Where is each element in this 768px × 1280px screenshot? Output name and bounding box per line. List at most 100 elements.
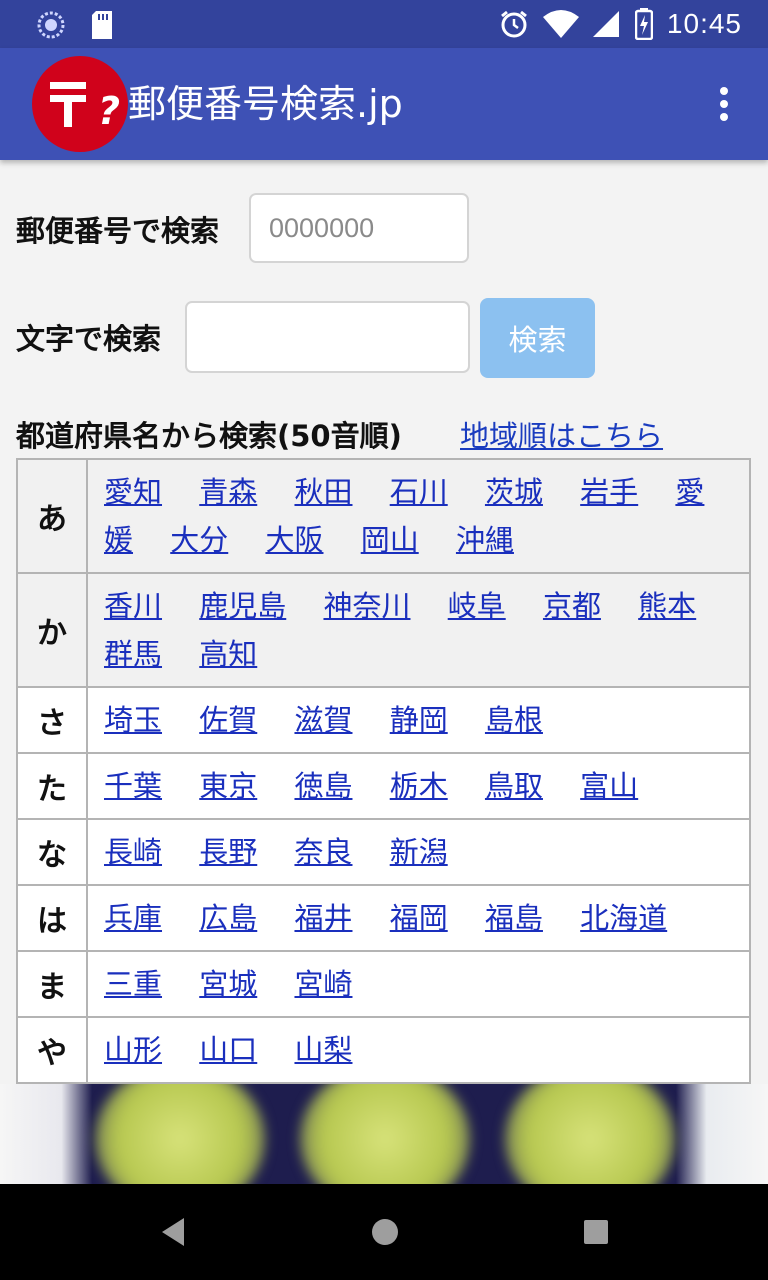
kana-label: た — [16, 752, 88, 820]
prefecture-link[interactable]: 福井 — [294, 901, 352, 935]
prefecture-link[interactable]: 埼玉 — [104, 703, 162, 737]
prefecture-link[interactable]: 福岡 — [390, 901, 448, 935]
prefecture-link[interactable]: 青森 — [199, 475, 257, 509]
prefecture-link[interactable]: 三重 — [104, 967, 162, 1001]
cell-signal-icon — [592, 11, 619, 37]
prefecture-table: あ愛知 青森 秋田 石川 茨城 岩手 愛媛 大分 大阪 岡山 沖縄 か香川 鹿児… — [16, 458, 751, 1084]
prefecture-link[interactable]: 山梨 — [294, 1033, 352, 1067]
sync-icon — [37, 11, 65, 39]
prefecture-list: 兵庫 広島 福井 福岡 福島 北海道 — [86, 884, 751, 952]
prefecture-link[interactable]: 大分 — [170, 523, 228, 557]
prefecture-link[interactable]: 石川 — [390, 475, 448, 509]
prefecture-link[interactable]: 京都 — [543, 589, 601, 623]
text-search-input[interactable] — [185, 301, 470, 373]
alarm-icon — [500, 10, 527, 38]
prefecture-link[interactable]: 群馬 — [104, 637, 162, 671]
wifi-icon — [542, 10, 579, 38]
prefecture-link[interactable]: 岡山 — [361, 523, 419, 557]
prefecture-link[interactable]: 長野 — [199, 835, 257, 869]
prefecture-link[interactable]: 山口 — [199, 1033, 257, 1067]
system-nav-bar — [0, 1184, 768, 1280]
prefecture-link[interactable]: 香川 — [104, 589, 162, 623]
app-title: 郵便番号検索.jp — [128, 82, 403, 126]
prefecture-link[interactable]: 北海道 — [580, 901, 667, 935]
ad-banner[interactable] — [0, 1084, 768, 1184]
sd-card-icon — [92, 11, 112, 39]
kana-label: か — [16, 572, 88, 688]
postal-mark-logo: ? — [32, 56, 128, 152]
zip-search-label: 郵便番号で検索 — [16, 214, 220, 248]
prefecture-link[interactable]: 秋田 — [294, 475, 352, 509]
prefecture-link[interactable]: 奈良 — [294, 835, 352, 869]
prefecture-heading: 都道府県名から検索(50音順) — [16, 419, 402, 453]
kana-row: か香川 鹿児島 神奈川 岐阜 京都 熊本 群馬 高知 — [16, 572, 751, 688]
prefecture-list: 埼玉 佐賀 滋賀 静岡 島根 — [86, 686, 751, 754]
kana-row: さ埼玉 佐賀 滋賀 静岡 島根 — [16, 686, 751, 754]
ad-image-blob — [505, 1084, 675, 1184]
region-order-link[interactable]: 地域順はこちら — [460, 413, 663, 455]
recents-icon[interactable] — [582, 1216, 610, 1248]
status-time: 10:45 — [666, 8, 742, 39]
prefecture-list: 香川 鹿児島 神奈川 岐阜 京都 熊本 群馬 高知 — [86, 572, 751, 688]
prefecture-link[interactable]: 東京 — [199, 769, 257, 803]
search-button[interactable]: 検索 — [480, 298, 595, 378]
prefecture-link[interactable]: 宮城 — [199, 967, 257, 1001]
prefecture-link[interactable]: 滋賀 — [294, 703, 352, 737]
ad-image-blob — [300, 1084, 470, 1184]
prefecture-list: 長崎 長野 奈良 新潟 — [86, 818, 751, 886]
prefecture-link[interactable]: 富山 — [580, 769, 638, 803]
kana-row: た千葉 東京 徳島 栃木 鳥取 富山 — [16, 752, 751, 820]
kana-label: は — [16, 884, 88, 952]
kana-row: は兵庫 広島 福井 福岡 福島 北海道 — [16, 884, 751, 952]
prefecture-link[interactable]: 熊本 — [638, 589, 696, 623]
prefecture-link[interactable]: 広島 — [199, 901, 257, 935]
prefecture-link[interactable]: 静岡 — [390, 703, 448, 737]
kana-label: や — [16, 1016, 88, 1084]
prefecture-link[interactable]: 岩手 — [580, 475, 638, 509]
kana-label: な — [16, 818, 88, 886]
prefecture-link[interactable]: 愛知 — [104, 475, 162, 509]
prefecture-link[interactable]: 岐阜 — [448, 589, 506, 623]
kana-row: な長崎 長野 奈良 新潟 — [16, 818, 751, 886]
kana-row: や山形 山口 山梨 — [16, 1016, 751, 1084]
kana-label: さ — [16, 686, 88, 754]
prefecture-link[interactable]: 神奈川 — [323, 589, 410, 623]
prefecture-list: 三重 宮城 宮崎 — [86, 950, 751, 1018]
prefecture-link[interactable]: 沖縄 — [456, 523, 514, 557]
app-bar: ? 郵便番号検索.jp — [0, 48, 768, 160]
prefecture-link[interactable]: 山形 — [104, 1033, 162, 1067]
prefecture-link[interactable]: 宮崎 — [294, 967, 352, 1001]
prefecture-list: 愛知 青森 秋田 石川 茨城 岩手 愛媛 大分 大阪 岡山 沖縄 — [86, 458, 751, 574]
prefecture-link[interactable]: 高知 — [199, 637, 257, 671]
text-search-label: 文字で検索 — [16, 322, 162, 356]
prefecture-link[interactable]: 茨城 — [485, 475, 543, 509]
status-bar: 10:45 — [0, 0, 768, 48]
battery-charging-icon — [634, 8, 653, 40]
svg-text:?: ? — [98, 89, 120, 133]
prefecture-link[interactable]: 長崎 — [104, 835, 162, 869]
kana-label: ま — [16, 950, 88, 1018]
prefecture-link[interactable]: 栃木 — [390, 769, 448, 803]
kana-row: ま三重 宮城 宮崎 — [16, 950, 751, 1018]
prefecture-list: 千葉 東京 徳島 栃木 鳥取 富山 — [86, 752, 751, 820]
overflow-menu-icon — [720, 87, 728, 121]
prefecture-link[interactable]: 島根 — [485, 703, 543, 737]
prefecture-link[interactable]: 千葉 — [104, 769, 162, 803]
zip-code-input[interactable] — [249, 193, 469, 263]
prefecture-list: 山形 山口 山梨 — [86, 1016, 751, 1084]
prefecture-link[interactable]: 大阪 — [265, 523, 323, 557]
prefecture-link[interactable]: 鹿児島 — [199, 589, 286, 623]
home-icon[interactable] — [370, 1216, 400, 1248]
overflow-menu-button[interactable] — [704, 84, 744, 124]
prefecture-link[interactable]: 新潟 — [390, 835, 448, 869]
kana-row: あ愛知 青森 秋田 石川 茨城 岩手 愛媛 大分 大阪 岡山 沖縄 — [16, 458, 751, 574]
back-icon[interactable] — [158, 1216, 188, 1248]
prefecture-link[interactable]: 福島 — [485, 901, 543, 935]
prefecture-link[interactable]: 兵庫 — [104, 901, 162, 935]
prefecture-link[interactable]: 鳥取 — [485, 769, 543, 803]
ad-image-blob — [95, 1084, 265, 1184]
main-content: 郵便番号で検索 文字で検索 検索 都道府県名から検索(50音順) 地域順はこちら… — [0, 160, 768, 1084]
kana-label: あ — [16, 458, 88, 574]
prefecture-link[interactable]: 徳島 — [294, 769, 352, 803]
prefecture-link[interactable]: 佐賀 — [199, 703, 257, 737]
